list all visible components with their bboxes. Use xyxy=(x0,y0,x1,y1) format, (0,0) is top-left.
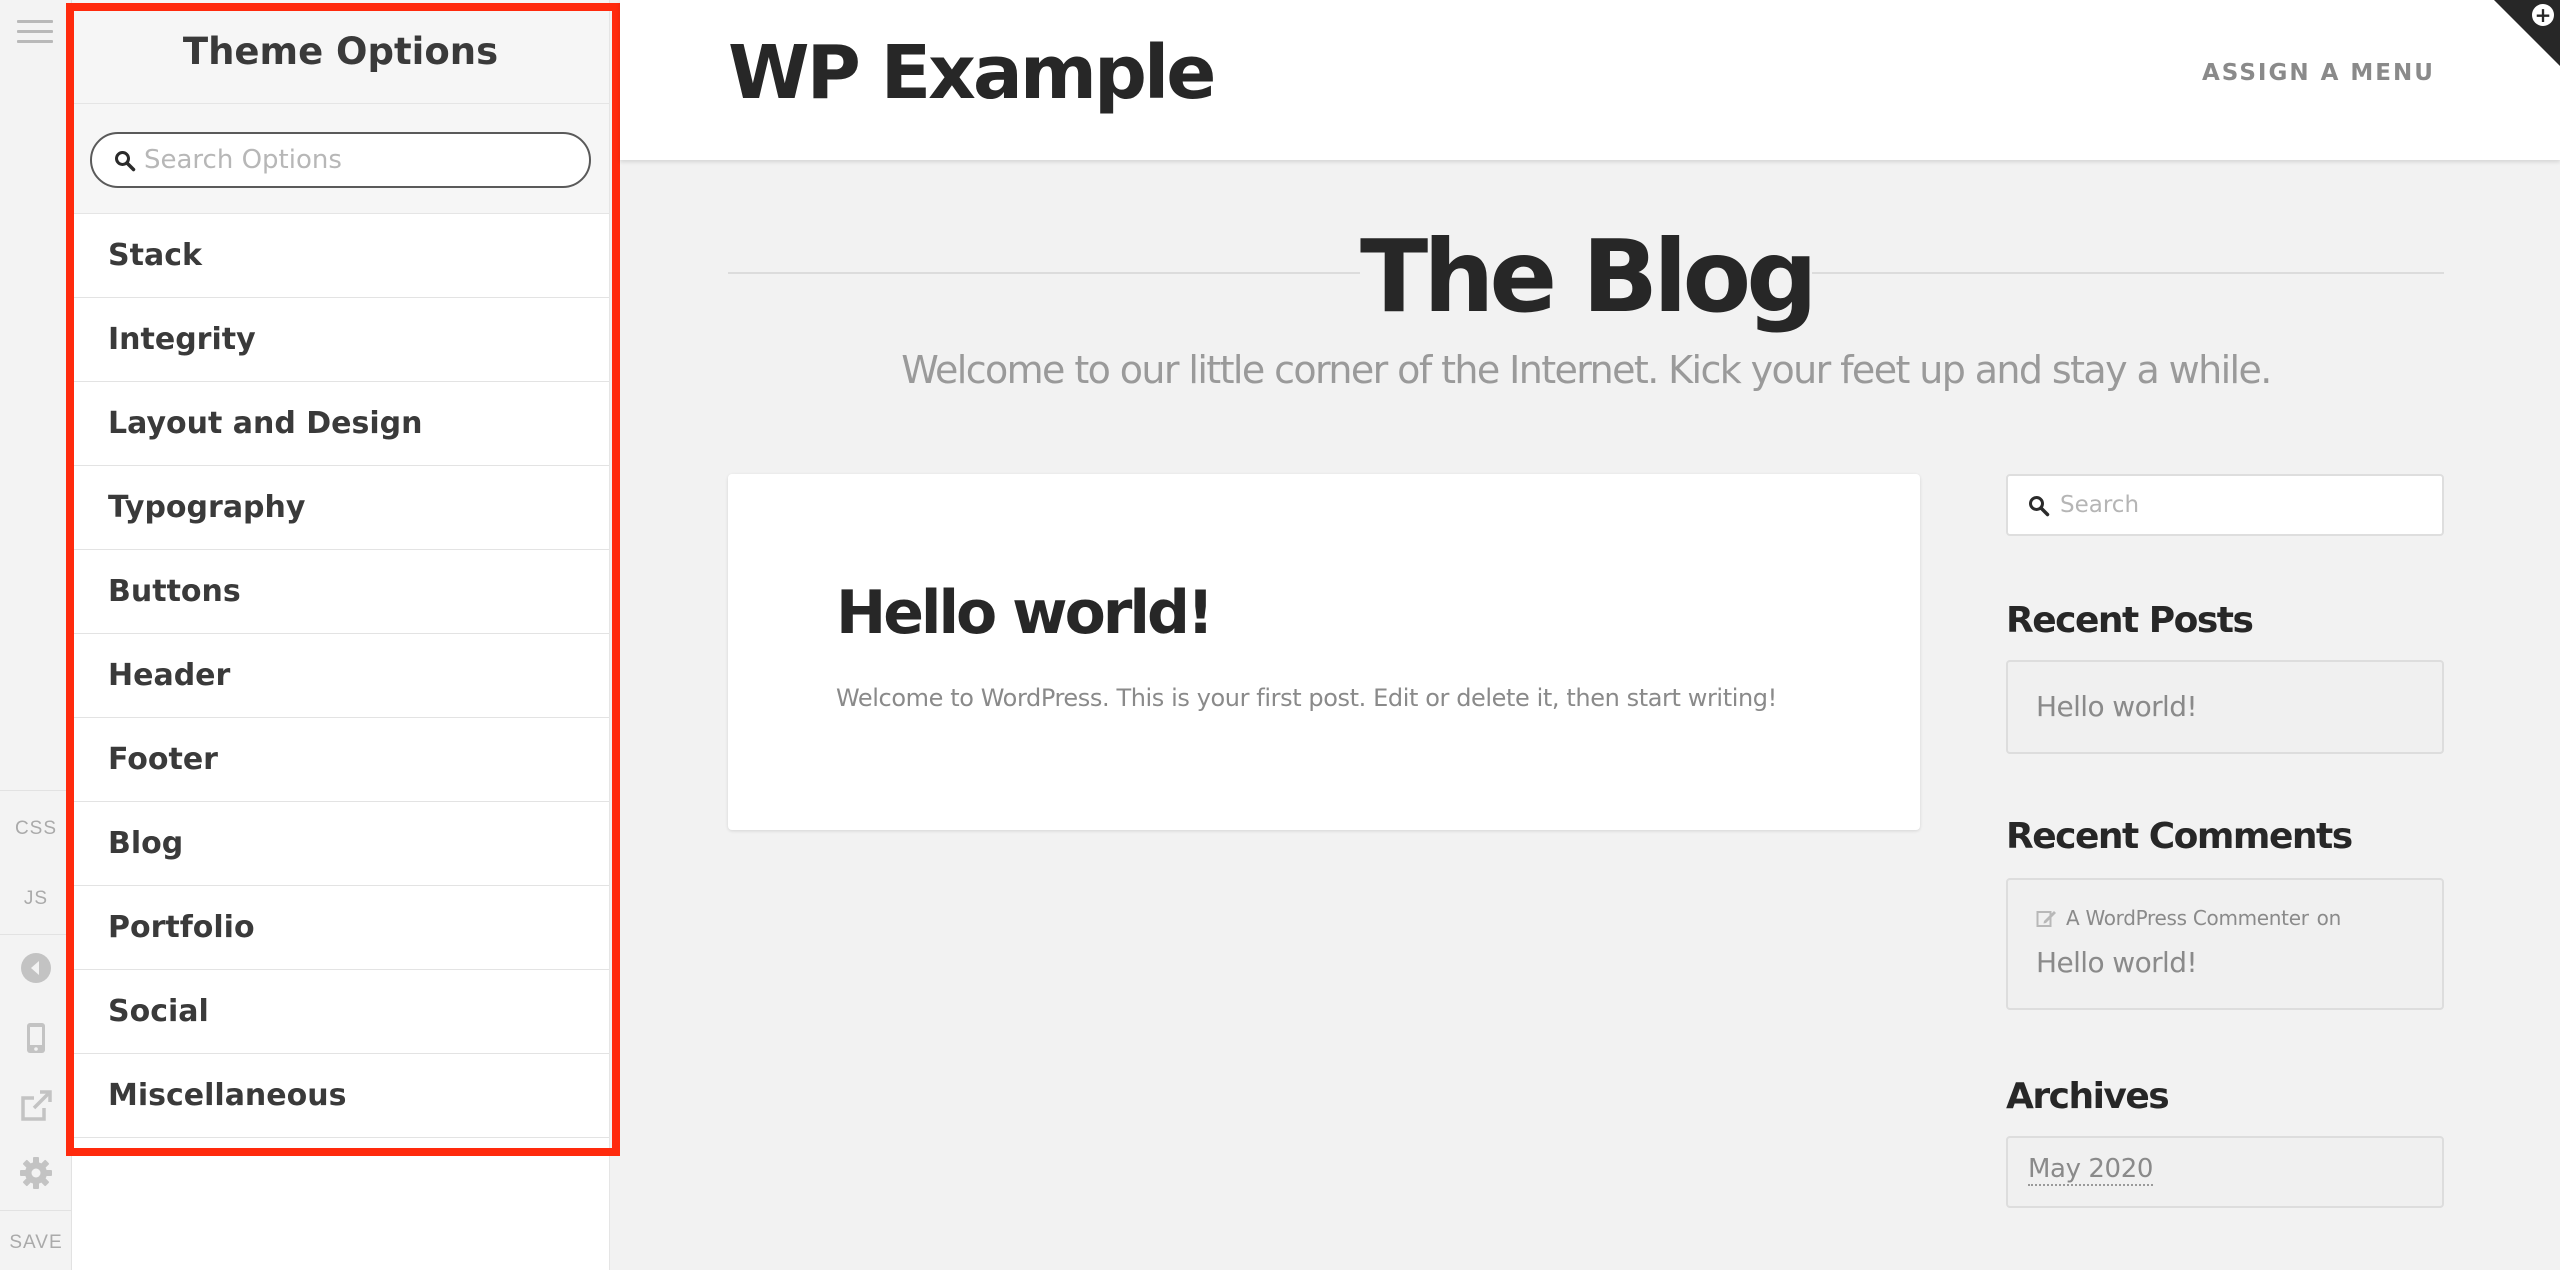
blog-title: The Blog xyxy=(1360,218,1818,335)
plus-icon[interactable]: + xyxy=(2532,4,2554,26)
mobile-device-icon[interactable] xyxy=(18,1020,54,1056)
sidebar-search-input[interactable] xyxy=(2060,476,2430,534)
panel-header: Theme Options xyxy=(72,0,609,104)
rail-divider xyxy=(0,1210,72,1211)
comment-meta: A WordPress Commenter on xyxy=(2036,906,2341,930)
rail-divider xyxy=(0,934,72,935)
rail-divider xyxy=(0,790,72,791)
site-title[interactable]: WP Example xyxy=(728,30,1216,116)
menu-item-portfolio[interactable]: Portfolio xyxy=(72,886,609,970)
js-button[interactable]: JS xyxy=(0,888,72,910)
search-icon xyxy=(115,151,136,172)
post-title[interactable]: Hello world! xyxy=(836,578,1214,648)
external-link-icon[interactable] xyxy=(18,1088,54,1124)
menu-item-typography[interactable]: Typography xyxy=(72,466,609,550)
search-options-box xyxy=(90,132,591,188)
menu-item-social[interactable]: Social xyxy=(72,970,609,1054)
css-button[interactable]: CSS xyxy=(0,818,72,840)
blog-subtitle: Welcome to our little corner of the Inte… xyxy=(901,348,2272,392)
recent-posts-title: Recent Posts xyxy=(2006,600,2254,641)
title-rule-left xyxy=(728,272,1360,274)
recent-comments-widget: A WordPress Commenter on Hello world! xyxy=(2006,878,2444,1010)
theme-options-panel: Theme Options Stack Integrity Layout and… xyxy=(72,0,610,1270)
comment-on-text: on xyxy=(2316,906,2342,930)
site-header: WP Example ASSIGN A MENU + xyxy=(620,0,2560,160)
search-icon xyxy=(2029,496,2050,517)
menu-item-buttons[interactable]: Buttons xyxy=(72,550,609,634)
recent-posts-widget: Hello world! xyxy=(2006,660,2444,754)
panel-title: Theme Options xyxy=(182,30,499,73)
edit-icon xyxy=(2036,911,2056,927)
recent-post-link[interactable]: Hello world! xyxy=(2036,690,2198,723)
gear-icon[interactable] xyxy=(18,1155,54,1191)
menu-item-layout-and-design[interactable]: Layout and Design xyxy=(72,382,609,466)
menu-item-footer[interactable]: Footer xyxy=(72,718,609,802)
assign-menu-link[interactable]: ASSIGN A MENU xyxy=(2202,60,2435,86)
menu-item-stack[interactable]: Stack xyxy=(72,214,609,298)
archive-month-link[interactable]: May 2020 xyxy=(2028,1154,2153,1186)
archives-widget: May 2020 xyxy=(2006,1136,2444,1208)
comment-post-link[interactable]: Hello world! xyxy=(2036,946,2198,979)
post-card: Hello world! Welcome to WordPress. This … xyxy=(728,474,1920,830)
customizer-rail: CSS JS SAVE xyxy=(0,0,72,1270)
menu-item-header[interactable]: Header xyxy=(72,634,609,718)
sidebar-search-box xyxy=(2006,474,2444,536)
hamburger-icon[interactable] xyxy=(17,20,53,46)
menu-item-miscellaneous[interactable]: Miscellaneous xyxy=(72,1054,609,1138)
archives-title: Archives xyxy=(2006,1076,2170,1117)
recent-comments-title: Recent Comments xyxy=(2006,816,2353,857)
comment-author[interactable]: A WordPress Commenter xyxy=(2066,906,2309,930)
menu-item-blog[interactable]: Blog xyxy=(72,802,609,886)
title-rule-right xyxy=(1812,272,2444,274)
back-circle-icon[interactable] xyxy=(18,950,54,986)
post-excerpt: Welcome to WordPress. This is your first… xyxy=(836,684,1777,712)
panel-search-area xyxy=(72,104,609,214)
search-options-input[interactable] xyxy=(144,134,574,186)
menu-item-integrity[interactable]: Integrity xyxy=(72,298,609,382)
save-button[interactable]: SAVE xyxy=(0,1232,72,1254)
